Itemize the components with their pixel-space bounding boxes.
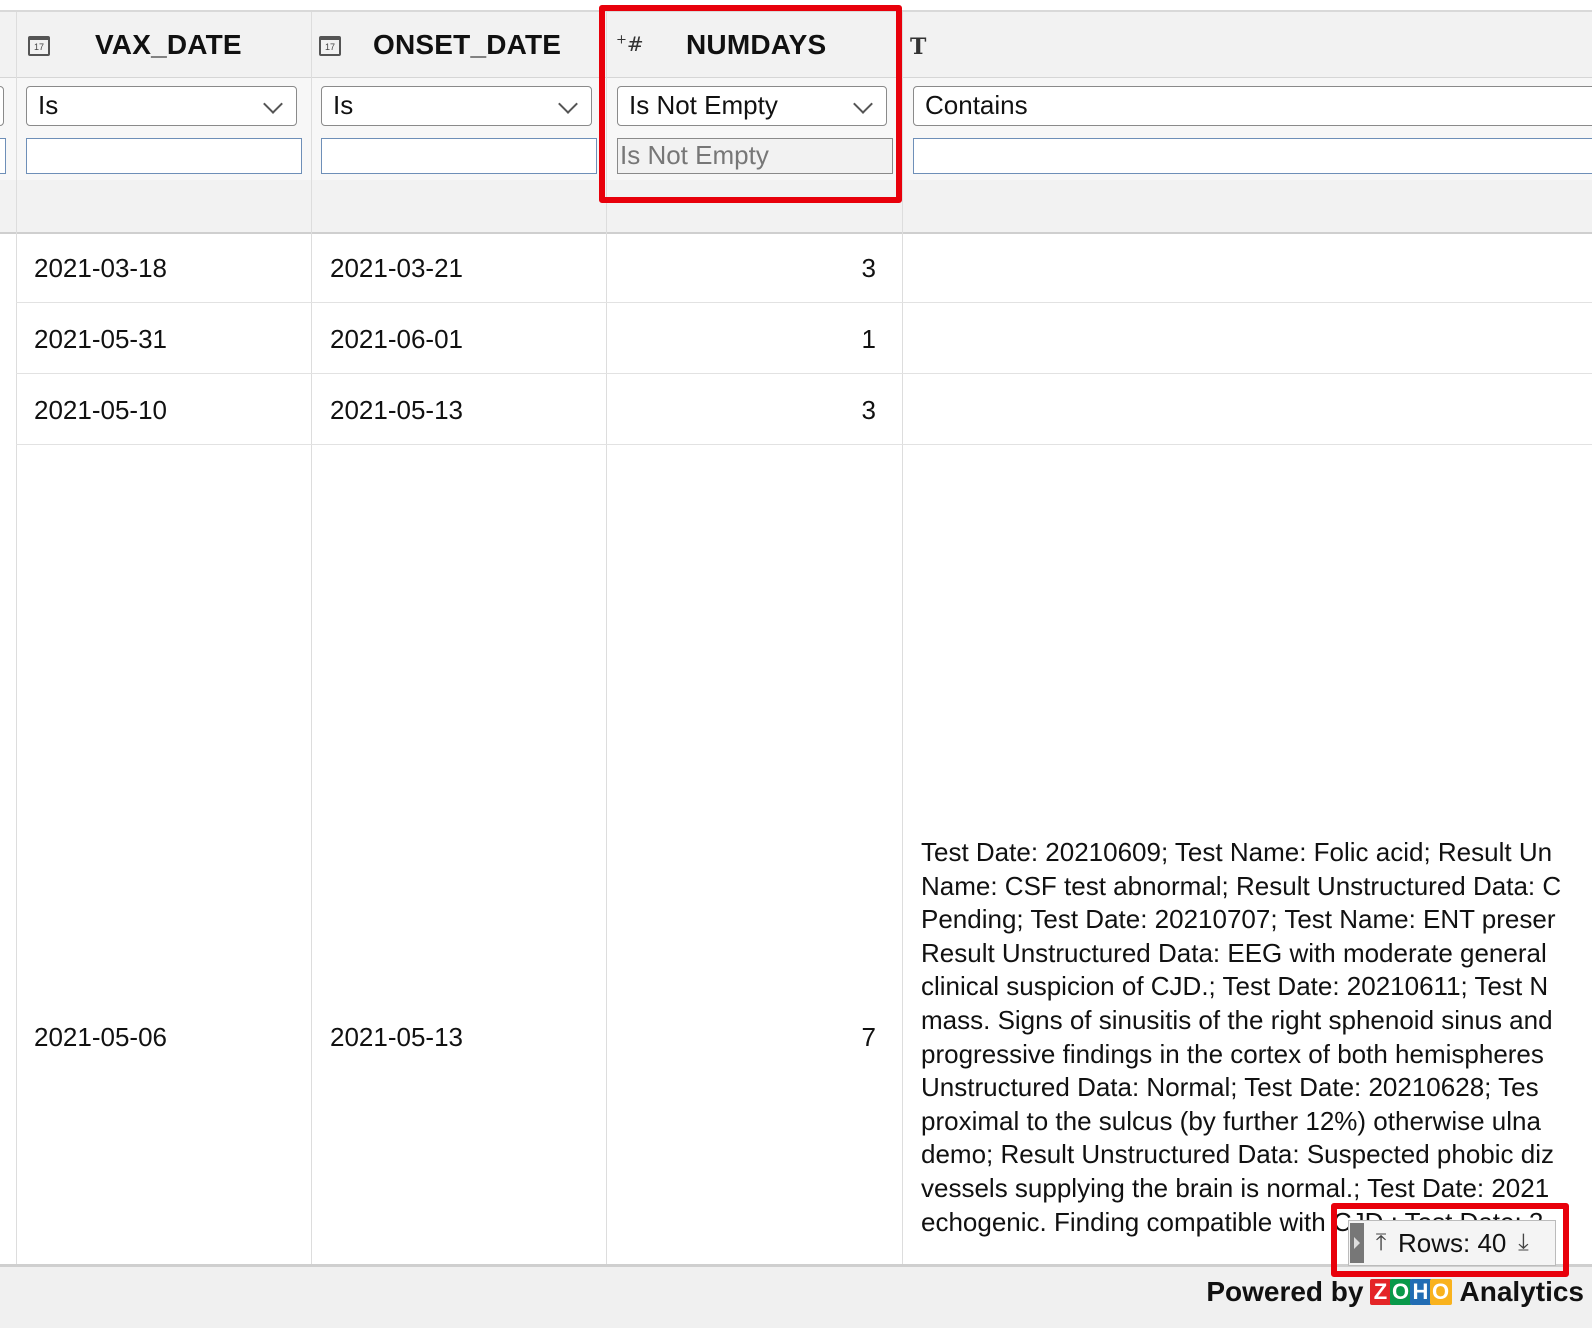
zoho-letter: O: [1389, 1279, 1412, 1305]
table-cell-numdays: 3: [861, 253, 876, 283]
table-cell-onset-date: 2021-06-01: [330, 324, 463, 354]
text-line: demo; Result Unstructured Data: Suspecte…: [921, 1139, 1555, 1170]
text-line: Pending; Test Date: 20210707; Test Name:…: [921, 904, 1556, 935]
column-header-text[interactable]: T: [902, 12, 1592, 78]
column-divider: [311, 12, 312, 1264]
operator-select-onset-date[interactable]: Is: [321, 86, 592, 126]
zoho-letter: Z: [1369, 1279, 1392, 1305]
table-cell-vax-date: 2021-05-10: [34, 395, 167, 425]
table-cell-vax-date: 2021-05-31: [34, 324, 167, 354]
row-divider: [16, 444, 1592, 445]
value-cell-text: [902, 132, 1592, 180]
partial-value-input[interactable]: [0, 138, 6, 174]
zoho-logo: Z O H O: [1369, 1279, 1452, 1305]
value-cell-vax-date: [16, 132, 311, 180]
filter-cell-onset-date: Is: [311, 78, 606, 132]
column-title: ONSET_DATE: [373, 29, 562, 60]
table-cell-onset-date: 2021-05-13: [330, 1022, 463, 1052]
zoho-letter: H: [1409, 1279, 1432, 1305]
text-line: clinical suspicion of CJD.; Test Date: 2…: [921, 971, 1549, 1002]
text-line: vessels supplying the brain is normal.; …: [921, 1172, 1550, 1203]
row-divider: [16, 302, 1592, 303]
table-cell-vax-date: 2021-03-18: [34, 253, 167, 283]
filter-cell-partial: [0, 78, 16, 132]
chevron-down-icon: [263, 94, 283, 114]
operator-label: Is: [38, 90, 59, 120]
table-cell-lab-text: Test Date: 20210609; Test Name: Folic ac…: [921, 836, 1592, 1242]
highlight-rows-count: [1331, 1203, 1569, 1277]
text-line: progressive findings in the cortex of bo…: [921, 1038, 1544, 1069]
text-line: proximal to the sulcus (by further 12%) …: [921, 1105, 1541, 1136]
filter-value-input-text[interactable]: [913, 138, 1592, 174]
column-title: VAX_DATE: [95, 29, 242, 60]
text-line: Test Date: 20210609; Test Name: Folic ac…: [921, 837, 1553, 867]
text-line: Unstructured Data: Normal; Test Date: 20…: [921, 1072, 1539, 1103]
table-cell-numdays: 3: [861, 395, 876, 425]
text-line: Result Unstructured Data: EEG with moder…: [921, 937, 1547, 968]
row-divider: [16, 373, 1592, 374]
operator-label: Is: [333, 90, 354, 120]
operator-label: Contains: [925, 90, 1028, 120]
operator-select-text[interactable]: Contains: [913, 86, 1592, 126]
value-cell-onset-date: [311, 132, 606, 180]
table-cell-numdays: 1: [861, 324, 876, 354]
zoho-letter: O: [1429, 1279, 1452, 1305]
table-cell-onset-date: 2021-03-21: [330, 253, 463, 283]
column-divider: [16, 12, 17, 1264]
calendar-icon: 17: [319, 36, 341, 56]
filter-value-input-onset-date[interactable]: [321, 138, 597, 174]
product-name: Analytics: [1459, 1276, 1585, 1307]
table-cell-vax-date: 2021-05-06: [34, 1022, 167, 1052]
header-cell-partial: [0, 12, 16, 78]
filter-value-input-vax-date[interactable]: [26, 138, 302, 174]
text-line: Name: CSF test abnormal; Result Unstruct…: [921, 870, 1562, 901]
filter-cell-text: Contains: [902, 78, 1592, 132]
text-type-icon: T: [910, 34, 927, 60]
powered-by[interactable]: Powered by Z O H O Analytics: [1206, 1272, 1584, 1312]
column-header-vax-date[interactable]: 17 VAX_DATE: [16, 12, 311, 78]
highlight-numdays-filter: [599, 5, 902, 203]
operator-select-vax-date[interactable]: Is: [26, 86, 297, 126]
text-line: mass. Signs of sinusitis of the right sp…: [921, 1004, 1553, 1035]
column-divider: [902, 12, 903, 1264]
filter-cell-vax-date: Is: [16, 78, 311, 132]
column-header-onset-date[interactable]: 17 ONSET_DATE: [311, 12, 606, 78]
chevron-down-icon: [558, 94, 578, 114]
partial-operator-select[interactable]: [0, 86, 4, 126]
powered-by-label: Powered by: [1206, 1276, 1364, 1307]
calendar-icon: 17: [28, 36, 50, 56]
table-cell-onset-date: 2021-05-13: [330, 395, 463, 425]
table-cell-numdays: 7: [861, 1022, 876, 1052]
value-cell-partial: [0, 132, 16, 180]
